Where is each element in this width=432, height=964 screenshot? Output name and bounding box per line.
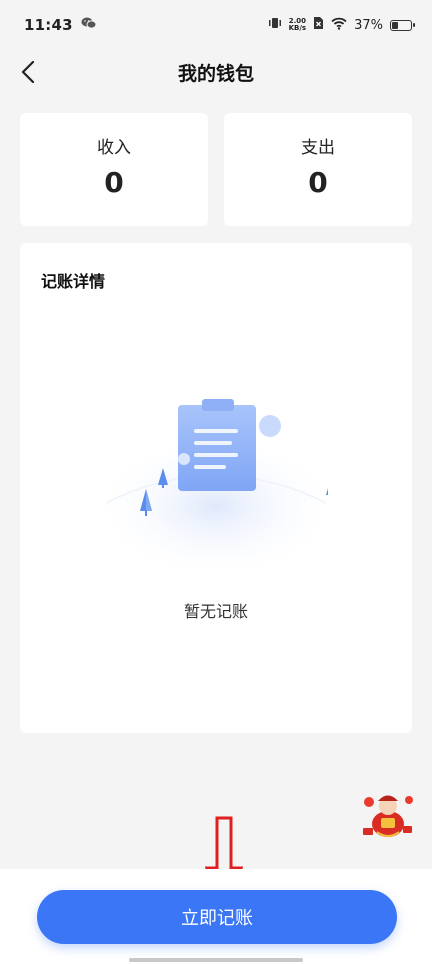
- nav-bar: 我的钱包: [0, 50, 432, 94]
- record-details-heading: 记账详情: [41, 272, 106, 291]
- wechat-icon: [81, 16, 97, 34]
- expense-label: 支出: [301, 138, 335, 158]
- vibrate-icon: [268, 16, 282, 34]
- page-title: 我的钱包: [177, 62, 254, 85]
- chevron-left-icon: [21, 61, 35, 83]
- status-time: 11:43: [24, 16, 73, 34]
- expense-card: 支出 0: [224, 113, 412, 226]
- wifi-icon: [331, 17, 347, 34]
- battery-fill: [392, 21, 399, 29]
- income-value: 0: [104, 166, 124, 199]
- empty-state-text: 暂无记账: [183, 602, 248, 621]
- empty-clipboard-illustration: [104, 399, 328, 581]
- income-card: 收入 0: [20, 113, 208, 226]
- home-indicator[interactable]: [129, 958, 303, 962]
- expense-value: 0: [308, 166, 328, 199]
- status-left: 11:43: [24, 16, 97, 34]
- status-bar: 11:43 2.00 KB/s 37%: [0, 0, 432, 50]
- fortune-mascot-icon[interactable]: [359, 788, 417, 840]
- network-speed: 2.00 KB/s: [289, 18, 306, 32]
- network-speed-unit: KB/s: [288, 24, 307, 32]
- record-now-button[interactable]: 立即记账: [37, 890, 397, 944]
- battery-percent: 37%: [354, 17, 383, 33]
- back-button[interactable]: [12, 56, 44, 88]
- record-details-card: 记账详情 暂无记账: [20, 243, 412, 733]
- no-sim-icon: [313, 16, 324, 34]
- status-right: 2.00 KB/s 37%: [268, 16, 415, 34]
- income-label: 收入: [97, 138, 131, 158]
- battery-icon: [390, 19, 415, 31]
